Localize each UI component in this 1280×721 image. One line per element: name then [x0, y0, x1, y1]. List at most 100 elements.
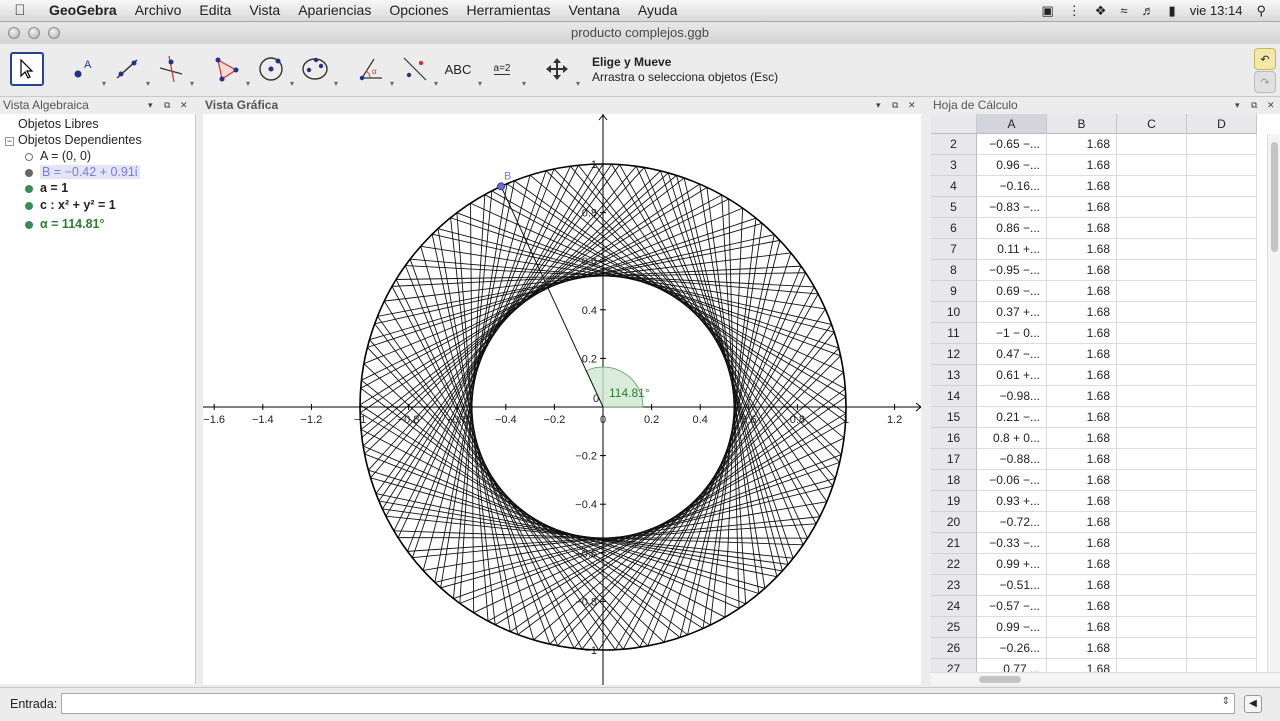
- cell-a[interactable]: 0.93 +...: [977, 491, 1047, 512]
- cell-d[interactable]: [1187, 491, 1257, 512]
- cell-a[interactable]: −0.16...: [977, 176, 1047, 197]
- cell-a[interactable]: −0.26...: [977, 638, 1047, 659]
- cell-c[interactable]: [1117, 449, 1187, 470]
- row-header[interactable]: 21: [931, 533, 977, 554]
- reflect-tool-button[interactable]: ▾: [398, 52, 438, 88]
- cell-d[interactable]: [1187, 176, 1257, 197]
- visibility-toggle-icon[interactable]: [25, 201, 33, 210]
- cell-d[interactable]: [1187, 260, 1257, 281]
- row-header[interactable]: 25: [931, 617, 977, 638]
- cell-b[interactable]: 1.68: [1047, 134, 1117, 155]
- cell-b[interactable]: 1.68: [1047, 533, 1117, 554]
- cell-b[interactable]: 1.68: [1047, 638, 1117, 659]
- cell-a[interactable]: 0.11 +...: [977, 239, 1047, 260]
- row-header[interactable]: 8: [931, 260, 977, 281]
- cell-b[interactable]: 1.68: [1047, 407, 1117, 428]
- cell-d[interactable]: [1187, 512, 1257, 533]
- menu-ventana[interactable]: Ventana: [560, 0, 629, 21]
- cell-d[interactable]: [1187, 302, 1257, 323]
- cell-c[interactable]: [1117, 554, 1187, 575]
- algebra-undock-icon[interactable]: ⧉: [164, 97, 170, 114]
- cell-a[interactable]: −0.88...: [977, 449, 1047, 470]
- cell-c[interactable]: [1117, 155, 1187, 176]
- cell-b[interactable]: 1.68: [1047, 491, 1117, 512]
- cell-b[interactable]: 1.68: [1047, 155, 1117, 176]
- algebra-item-alpha[interactable]: α = 114.81°: [25, 216, 104, 232]
- graphics-view[interactable]: −1.6 −1.4 −1.2 −1 −0.8 −0.6 −0.4 −0.2 0 0.2 0.4 0.6…: [203, 114, 921, 685]
- menu-extra-icon[interactable]: ⋮: [1068, 3, 1081, 19]
- algebra-close-icon[interactable]: ✕: [180, 97, 188, 114]
- cell-a[interactable]: 0.86 −...: [977, 218, 1047, 239]
- cell-d[interactable]: [1187, 428, 1257, 449]
- cell-c[interactable]: [1117, 281, 1187, 302]
- spreadsheet-close-icon[interactable]: ✕: [1267, 97, 1275, 114]
- circle-tool-button[interactable]: ▾: [254, 52, 294, 88]
- cell-d[interactable]: [1187, 155, 1257, 176]
- sheet-corner[interactable]: [931, 114, 977, 134]
- algebra-item-b-point[interactable]: B = −0.42 + 0.91ί: [25, 164, 140, 180]
- row-header[interactable]: 5: [931, 197, 977, 218]
- menu-edita[interactable]: Edita: [190, 0, 240, 21]
- cell-a[interactable]: −0.65 −...: [977, 134, 1047, 155]
- polygon-tool-button[interactable]: ▾: [210, 52, 250, 88]
- row-header[interactable]: 26: [931, 638, 977, 659]
- cell-a[interactable]: 0.96 −...: [977, 155, 1047, 176]
- redo-button[interactable]: ↷: [1254, 71, 1276, 93]
- wifi-icon[interactable]: ≈: [1120, 3, 1127, 18]
- input-field[interactable]: ⇕: [61, 693, 1235, 714]
- cell-c[interactable]: [1117, 302, 1187, 323]
- move-tool-button[interactable]: [10, 52, 44, 86]
- row-header[interactable]: 9: [931, 281, 977, 302]
- spreadsheet-view[interactable]: A B C D 2 −0.65 −... 1.68 3 0.96 −... 1.68 4 −0.16.…: [931, 114, 1280, 685]
- row-header[interactable]: 4: [931, 176, 977, 197]
- column-header-c[interactable]: C: [1117, 114, 1187, 134]
- cell-c[interactable]: [1117, 533, 1187, 554]
- cell-a[interactable]: −0.51...: [977, 575, 1047, 596]
- spreadsheet-menu-icon[interactable]: ▾: [1235, 97, 1240, 114]
- row-header[interactable]: 18: [931, 470, 977, 491]
- cell-b[interactable]: 1.68: [1047, 239, 1117, 260]
- visibility-toggle-icon[interactable]: [25, 220, 33, 229]
- row-header[interactable]: 15: [931, 407, 977, 428]
- cell-a[interactable]: −1 − 0...: [977, 323, 1047, 344]
- cell-a[interactable]: 0.21 −...: [977, 407, 1047, 428]
- battery-icon[interactable]: ▮: [1169, 3, 1176, 19]
- cell-c[interactable]: [1117, 344, 1187, 365]
- cell-d[interactable]: [1187, 239, 1257, 260]
- input-help-button[interactable]: ◀: [1244, 695, 1262, 713]
- camera-icon[interactable]: ▣: [1041, 3, 1053, 19]
- graphics-menu-icon[interactable]: ▾: [876, 97, 881, 114]
- cell-d[interactable]: [1187, 386, 1257, 407]
- menu-herramientas[interactable]: Herramientas: [458, 0, 560, 21]
- minimize-window-icon[interactable]: [28, 27, 40, 39]
- cell-b[interactable]: 1.68: [1047, 575, 1117, 596]
- cell-c[interactable]: [1117, 365, 1187, 386]
- cell-b[interactable]: 1.68: [1047, 428, 1117, 449]
- cell-d[interactable]: [1187, 533, 1257, 554]
- angle-tool-button[interactable]: α ▾: [354, 52, 394, 88]
- cell-d[interactable]: [1187, 617, 1257, 638]
- dependent-objects-group[interactable]: − Objetos Dependientes: [5, 132, 142, 148]
- row-header[interactable]: 7: [931, 239, 977, 260]
- cell-c[interactable]: [1117, 407, 1187, 428]
- cell-c[interactable]: [1117, 470, 1187, 491]
- cell-b[interactable]: 1.68: [1047, 554, 1117, 575]
- cell-b[interactable]: 1.68: [1047, 323, 1117, 344]
- point-tool-button[interactable]: A ▾: [66, 52, 106, 88]
- apple-menu-icon[interactable]: : [0, 2, 40, 19]
- cell-c[interactable]: [1117, 617, 1187, 638]
- row-header[interactable]: 24: [931, 596, 977, 617]
- row-header[interactable]: 17: [931, 449, 977, 470]
- cell-d[interactable]: [1187, 470, 1257, 491]
- cell-d[interactable]: [1187, 638, 1257, 659]
- close-window-icon[interactable]: [8, 27, 20, 39]
- cell-a[interactable]: −0.33 −...: [977, 533, 1047, 554]
- menu-opciones[interactable]: Opciones: [380, 0, 457, 21]
- cell-c[interactable]: [1117, 638, 1187, 659]
- cell-b[interactable]: 1.68: [1047, 596, 1117, 617]
- dropbox-icon[interactable]: ❖: [1095, 3, 1107, 19]
- free-objects-header[interactable]: Objetos Libres: [18, 116, 99, 132]
- cell-b[interactable]: 1.68: [1047, 260, 1117, 281]
- cell-c[interactable]: [1117, 491, 1187, 512]
- cell-b[interactable]: 1.68: [1047, 470, 1117, 491]
